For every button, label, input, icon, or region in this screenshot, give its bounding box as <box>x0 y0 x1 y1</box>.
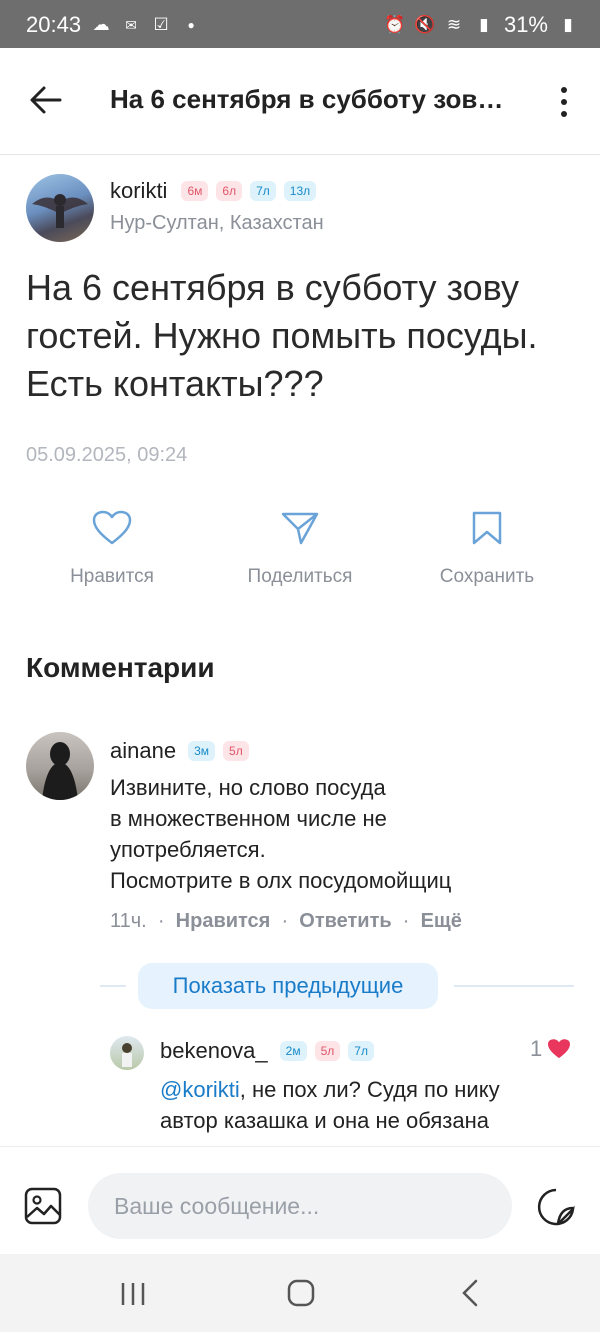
sticker-icon[interactable] <box>536 1187 576 1227</box>
badge: 5л <box>314 1041 341 1061</box>
reply-line-rest: , не пох ли? Судя по нику <box>239 1077 500 1102</box>
status-bar: 20:43 ☁ ✉ ☑ ● ⏰ 🔇 ≋ ▮ 31% ▮ <box>0 0 600 48</box>
dot-icon: ● <box>187 18 195 32</box>
composer-bar: Ваше сообщение... <box>0 1146 600 1255</box>
post-author-name[interactable]: korikti <box>110 178 167 204</box>
comment-line: Извините, но слово посуда <box>110 775 386 800</box>
commenter-avatar[interactable] <box>26 732 94 800</box>
show-previous-button[interactable]: Показать предыдущие <box>138 963 438 1009</box>
battery-icon: ▮ <box>563 15 573 34</box>
badge: 6л <box>216 181 243 201</box>
system-nav-bar <box>0 1254 600 1332</box>
mute-icon: 🔇 <box>413 15 436 34</box>
save-label: Сохранить <box>439 566 535 587</box>
reply-like-number: 1 <box>530 1036 543 1061</box>
top-app-bar: На 6 сентября в субботу зов… <box>0 48 600 155</box>
recent-apps-icon[interactable] <box>118 1280 148 1308</box>
reply-author-name[interactable]: bekenova_ <box>160 1038 268 1064</box>
comment-meta: 11ч. · Нравится · Ответить · Ещё <box>110 910 462 932</box>
checkbox-notification-icon: ☑ <box>153 15 169 34</box>
author-avatar[interactable] <box>26 174 94 242</box>
comment-line: употребляется. <box>110 837 266 862</box>
badge: 5л <box>223 741 249 761</box>
badge: 2м <box>279 1041 307 1061</box>
divider <box>100 985 126 987</box>
divider <box>454 985 574 987</box>
comment-text: Извините, но слово посуда в множественно… <box>110 772 451 896</box>
battery-percent: 31% <box>503 12 548 37</box>
badge: 13л <box>283 181 317 201</box>
reply-line: @korikti, не пох ли? Судя по нику <box>160 1074 580 1105</box>
home-icon[interactable] <box>286 1278 316 1308</box>
alarm-icon: ⏰ <box>383 15 406 34</box>
app-notification-icon: ✉ <box>125 17 137 33</box>
clock: 20:43 <box>26 12 82 37</box>
share-icon <box>281 512 319 545</box>
post-location: Нур-Султан, Казахстан <box>110 212 324 234</box>
cloud-icon: ☁ <box>92 15 110 34</box>
like-button[interactable]: Нравится <box>32 510 192 588</box>
comments-title: Комментарии <box>26 652 215 683</box>
badge: 6м <box>181 181 209 201</box>
share-label: Поделиться <box>247 566 353 587</box>
message-placeholder: Ваше сообщение... <box>114 1193 320 1219</box>
post-text: На 6 сентября в субботу зову гостей. Нуж… <box>26 267 538 404</box>
badge: 7л <box>250 181 276 201</box>
badge: 3м <box>188 741 216 761</box>
comment-more-link[interactable]: Ещё <box>421 910 462 932</box>
post-author-row: korikti 6м 6л 7л 13л <box>110 178 317 204</box>
like-label: Нравится <box>70 566 154 587</box>
post-date: 05.09.2025, 09:24 <box>26 444 188 466</box>
comment-author-name[interactable]: ainane <box>110 738 176 764</box>
share-button[interactable]: Поделиться <box>220 510 380 588</box>
bookmark-icon <box>472 511 502 545</box>
image-attach-icon[interactable] <box>24 1187 62 1225</box>
message-input[interactable]: Ваше сообщение... <box>88 1173 512 1239</box>
back-arrow-icon[interactable] <box>26 80 66 120</box>
page-title: На 6 сентября в субботу зов… <box>110 84 504 114</box>
filled-heart-icon <box>548 1039 571 1059</box>
wifi-icon: ≋ <box>446 15 462 34</box>
back-nav-icon[interactable] <box>458 1278 482 1308</box>
reply-avatar[interactable] <box>110 1036 144 1070</box>
heart-icon <box>92 510 132 545</box>
comment-line: Посмотрите в олх посудомойщиц <box>110 868 452 893</box>
mention-link[interactable]: @korikti <box>160 1077 240 1102</box>
signal-icon: ▮ <box>479 15 489 34</box>
reply-author-row: bekenova_ 2м 5л 7л <box>160 1038 374 1064</box>
comment-time: 11ч. <box>110 910 147 932</box>
reply-text: @korikti, не пох ли? Судя по нику автор … <box>160 1074 580 1136</box>
save-button[interactable]: Сохранить <box>407 510 567 588</box>
reply-like-count[interactable]: 1 <box>530 1036 572 1062</box>
badge: 7л <box>348 1041 374 1061</box>
comment-line: в множественном числе не <box>110 806 387 831</box>
comment-author-row: ainane 3м 5л <box>110 738 249 764</box>
comment-reply-link[interactable]: Ответить <box>299 910 391 932</box>
comment-like-link[interactable]: Нравится <box>176 910 271 932</box>
more-options-icon[interactable] <box>552 84 576 120</box>
